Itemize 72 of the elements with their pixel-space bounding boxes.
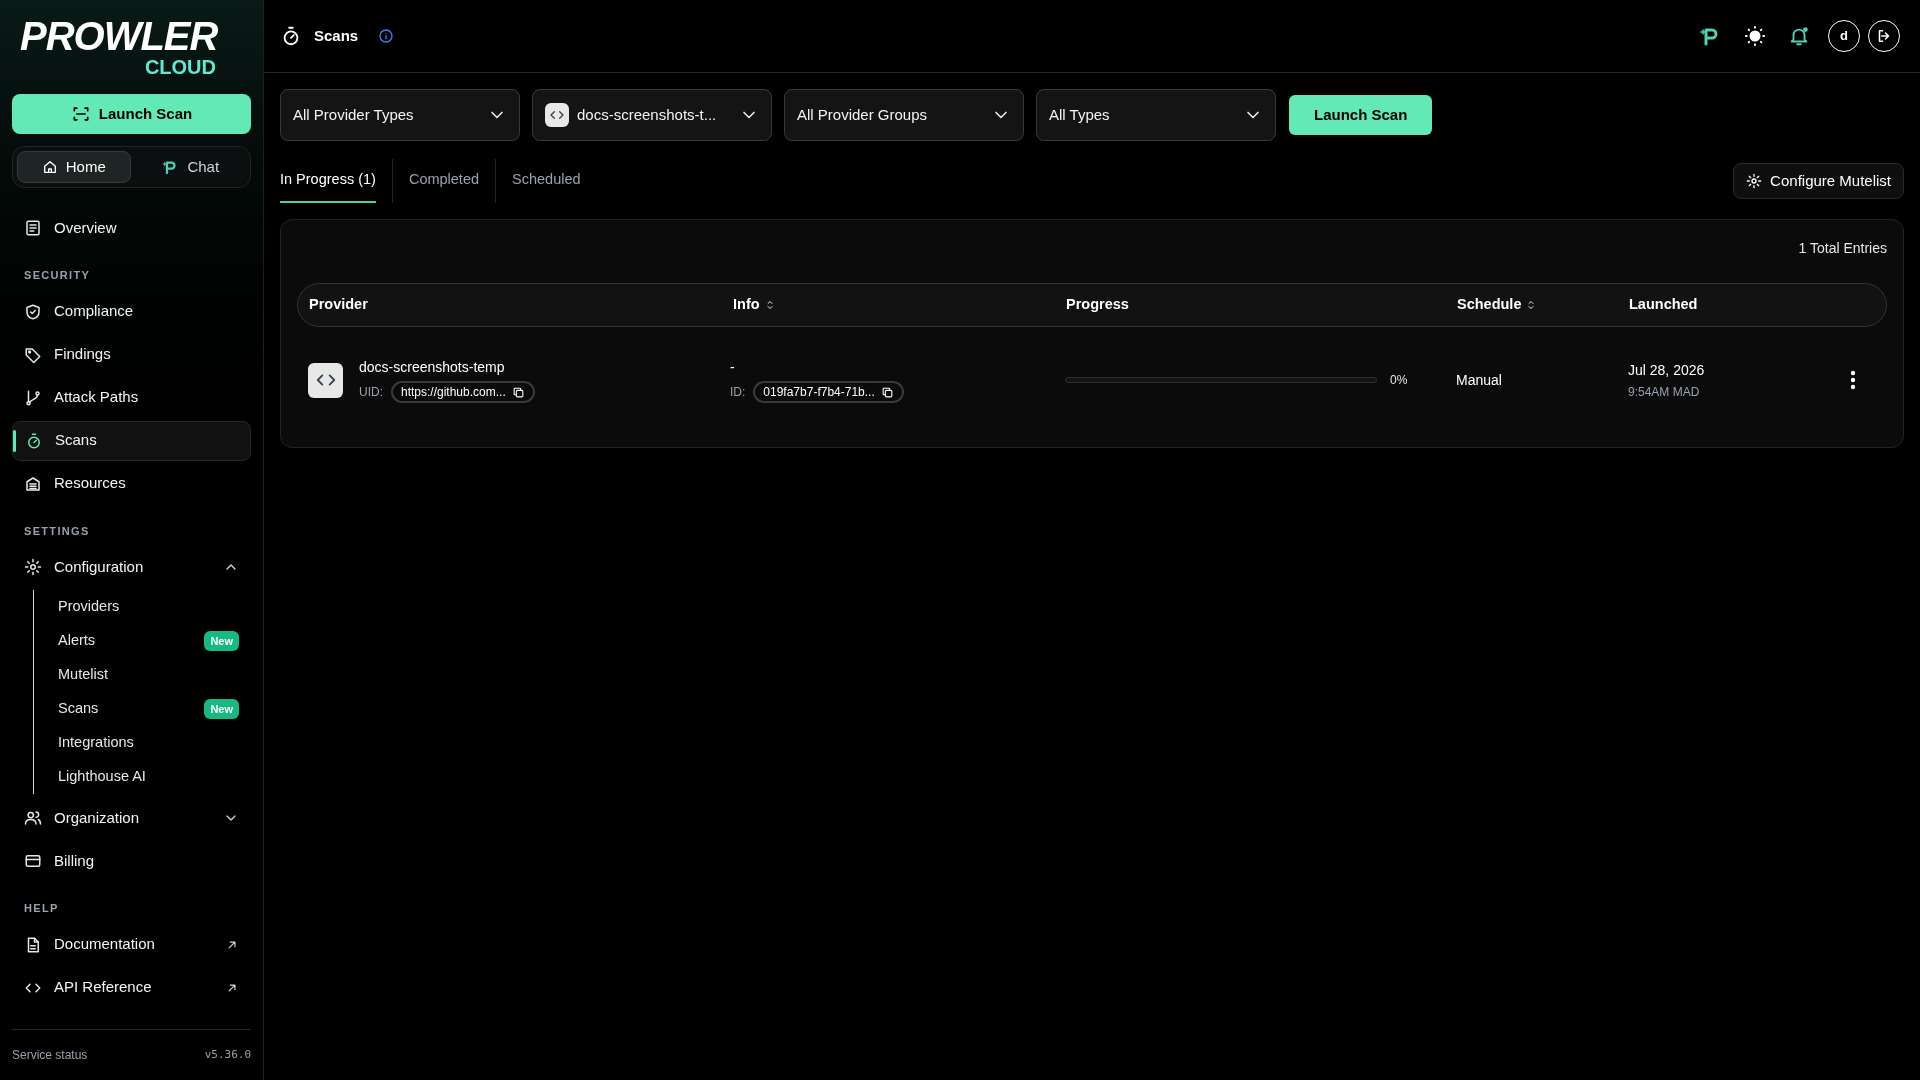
total-entries-label: 1 Total Entries	[1798, 239, 1887, 258]
copy-icon	[511, 385, 525, 399]
submenu-item[interactable]: Providers	[58, 596, 120, 618]
info-icon	[378, 28, 395, 44]
branch-icon	[24, 388, 42, 407]
column-header[interactable]: Info	[733, 294, 760, 316]
tab[interactable]: In Progress (1)	[280, 159, 376, 203]
launch-time: 9:54AM MAD	[1628, 383, 1701, 401]
version-label: v5.36.0	[204, 1046, 251, 1063]
id-label: ID:	[730, 384, 746, 401]
logo-wordmark: PROWLER	[20, 16, 218, 56]
bell-icon	[1788, 25, 1810, 47]
submenu-item[interactable]: Lighthouse AI	[58, 766, 146, 788]
stopwatch-icon	[25, 431, 43, 450]
section-heading: HELP	[23, 901, 60, 916]
page-title: Scans	[314, 25, 359, 46]
schedule-value: Manual	[1456, 370, 1503, 390]
nav-item[interactable]: Compliance	[12, 291, 251, 332]
nav-item[interactable]: Scans	[12, 420, 251, 461]
switch-tab[interactable]: Chat	[134, 151, 246, 183]
configure-mutelist-button[interactable]: Configure Mutelist	[1733, 163, 1904, 199]
tab[interactable]: Completed	[408, 159, 480, 203]
submenu-item[interactable]: Scans	[58, 698, 99, 720]
nav-item[interactable]: Resources	[12, 463, 251, 504]
filter-dropdown[interactable]: docs-screenshots-t...	[532, 89, 772, 141]
logo-subtitle: CLOUD	[144, 56, 217, 78]
column-header: Provider	[309, 295, 368, 315]
switch-tab[interactable]: Home	[17, 151, 131, 183]
users-icon	[24, 809, 42, 827]
nav-item[interactable]: Billing	[12, 841, 251, 881]
card-icon	[24, 852, 42, 870]
column-header: Launched	[1629, 295, 1698, 315]
sun-icon	[1744, 25, 1766, 47]
nav-item[interactable]: API Reference	[12, 967, 251, 1008]
document-icon	[24, 219, 42, 237]
copy-icon	[880, 385, 894, 399]
section-heading: SECURITY	[23, 268, 92, 283]
code-icon	[308, 362, 343, 398]
nav-item[interactable]: Configuration	[12, 547, 251, 587]
tab[interactable]: Scheduled	[512, 159, 581, 203]
new-badge: New	[204, 698, 239, 720]
nav-item[interactable]: Documentation	[12, 924, 251, 965]
column-header[interactable]: Schedule	[1457, 294, 1522, 316]
launch-scan-button[interactable]: Launch Scan	[12, 94, 251, 134]
info-value: -	[730, 358, 736, 377]
column-header: Progress	[1066, 295, 1129, 315]
more-icon	[1850, 370, 1856, 390]
tag-icon	[24, 345, 42, 364]
provider-name: docs-screenshots-temp	[359, 358, 506, 377]
uid-label: UID:	[359, 384, 383, 401]
submenu-item[interactable]: Mutelist	[58, 664, 108, 686]
service-status-link[interactable]: Service status	[12, 1046, 88, 1064]
nav-item[interactable]: Overview	[12, 208, 251, 248]
cabinet-icon	[24, 474, 42, 493]
filter-dropdown[interactable]: All Provider Types	[280, 89, 520, 141]
submenu-item[interactable]: Integrations	[58, 732, 134, 754]
nav-item[interactable]: Organization	[12, 798, 251, 838]
progress-reading: 0%	[1390, 372, 1408, 389]
shield-check-icon	[24, 302, 42, 321]
id-chip[interactable]: 019fa7b7-f7b4-71b...	[753, 381, 904, 403]
nav-item[interactable]: Attack Paths	[12, 377, 251, 418]
launch-scan-button[interactable]: Launch Scan	[1289, 95, 1433, 135]
filter-dropdown[interactable]: All Types	[1036, 89, 1276, 141]
new-badge: New	[204, 630, 239, 652]
filter-dropdown[interactable]: All Provider Groups	[784, 89, 1024, 141]
launch-date: Jul 28, 2026	[1628, 360, 1705, 380]
home-icon	[41, 159, 58, 175]
submenu-item[interactable]: Alerts	[58, 630, 96, 652]
uid-chip[interactable]: https://github.com...	[391, 381, 535, 403]
code-icon	[545, 103, 569, 127]
nav-item[interactable]: Findings	[12, 334, 251, 375]
section-heading: SETTINGS	[23, 523, 91, 539]
